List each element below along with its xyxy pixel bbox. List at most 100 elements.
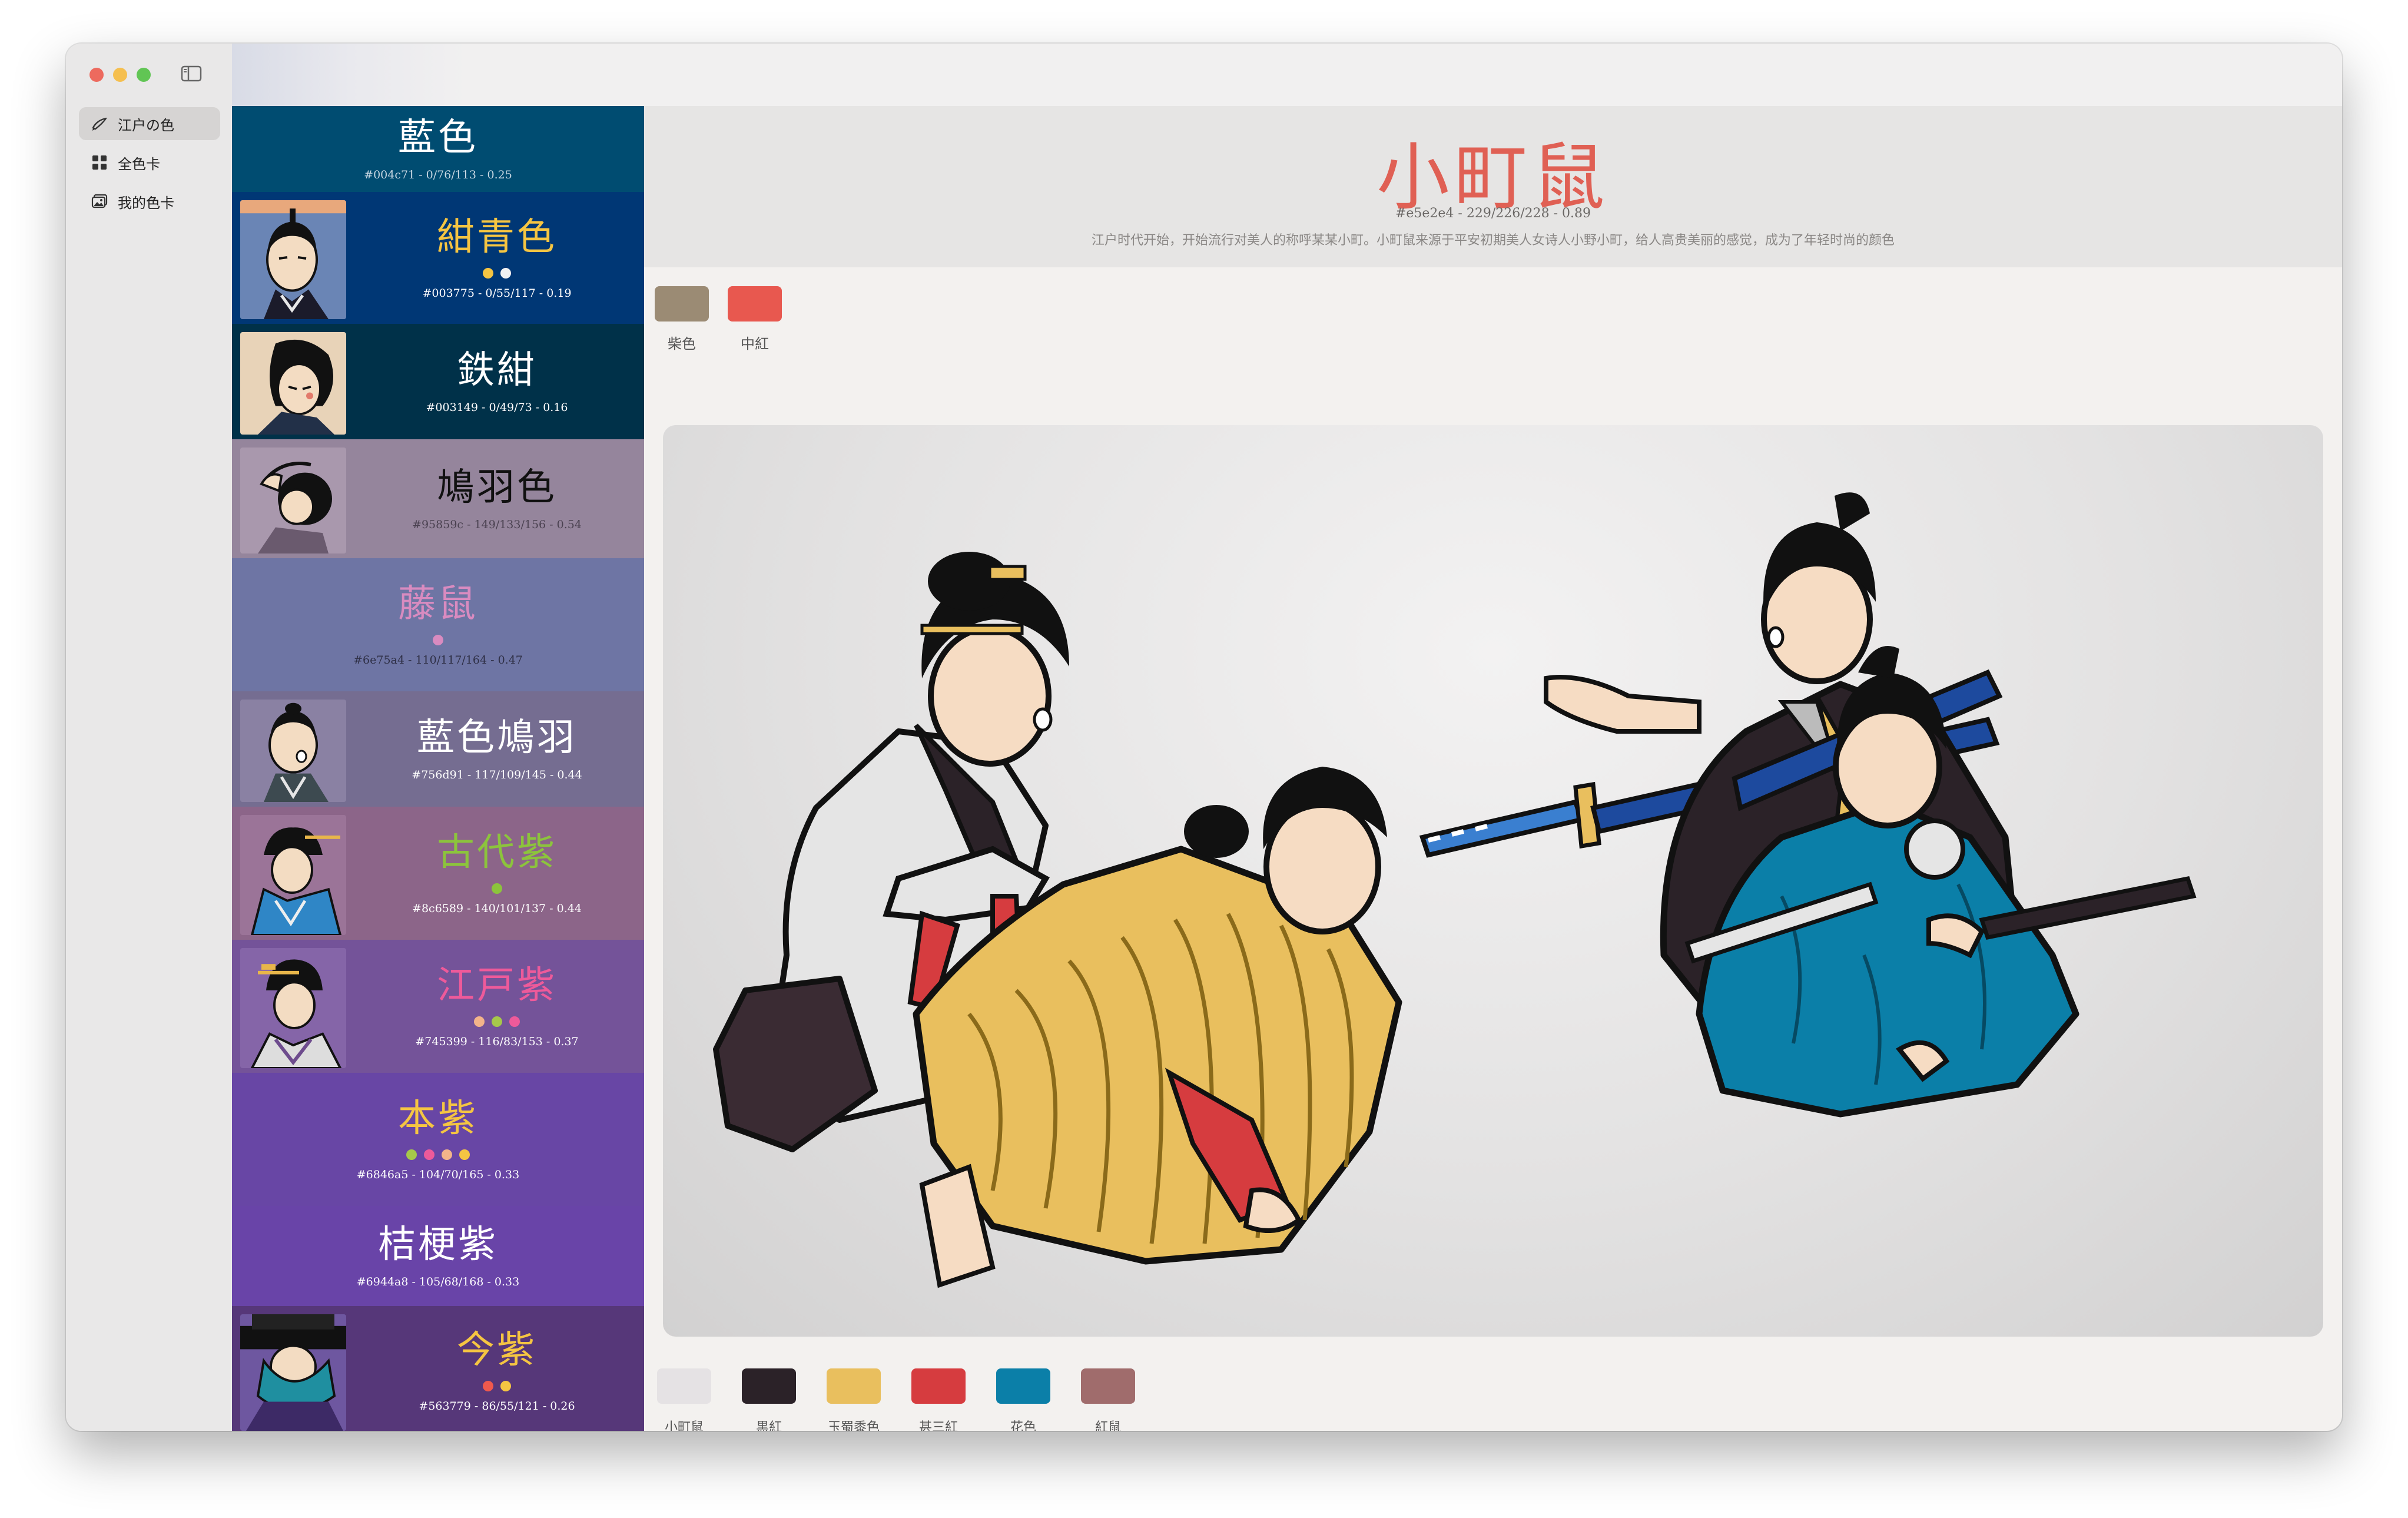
- swatch-label: 黒紅: [755, 1420, 782, 1431]
- swatch-label: 小町鼠: [664, 1420, 704, 1431]
- color-card[interactable]: 藍色鳩羽 #756d91 - 117/109/145 - 0.44: [232, 691, 644, 807]
- swatch: [742, 1368, 796, 1404]
- swatch: [911, 1368, 966, 1404]
- color-dot: [424, 1149, 434, 1160]
- sidebar-item-label: 我的色卡: [118, 194, 174, 211]
- color-card[interactable]: 藤鼠 #6e75a4 - 110/117/164 - 0.47: [232, 558, 644, 691]
- swatch-label: 紅鼠: [1094, 1420, 1121, 1431]
- color-palette: 小町鼠 黒紅 玉蜀黍色 甚三紅 花色 紅鼠: [657, 1368, 1135, 1431]
- artwork-illustration: [663, 425, 2323, 1337]
- color-card[interactable]: 藍色 #004c71 - 0/76/113 - 0.25: [232, 106, 644, 192]
- swatch-label: 柴色: [668, 336, 696, 352]
- swatch-label: 玉蜀黍色: [827, 1420, 880, 1431]
- color-dots: [433, 634, 443, 645]
- color-dot: [492, 1016, 502, 1027]
- color-info: #563779 - 86/55/121 - 0.26: [419, 1399, 575, 1413]
- color-card[interactable]: 桔梗紫 #6944a8 - 105/68/168 - 0.33: [232, 1206, 644, 1306]
- minimize-window-button[interactable]: [113, 68, 127, 82]
- toolbar: [232, 44, 2342, 107]
- palette-swatch[interactable]: 紅鼠: [1081, 1368, 1135, 1431]
- sidebar-item-my-colors[interactable]: 我的色卡: [79, 185, 220, 218]
- color-dot: [509, 1016, 520, 1027]
- palette-swatch[interactable]: 甚三紅: [911, 1368, 966, 1431]
- color-dot: [459, 1149, 470, 1160]
- app-window: 江户の色 全色卡 我的色卡 藍色 #004c71 - 0/76/113 - 0.…: [66, 44, 2342, 1431]
- color-name: 江戸紫: [437, 964, 557, 1008]
- swatch-label: 花色: [1010, 1420, 1036, 1431]
- swatch: [728, 286, 782, 322]
- color-name: 鉄紺: [457, 349, 537, 393]
- color-info: #745399 - 116/83/153 - 0.37: [415, 1035, 579, 1048]
- detail-header: 小町鼠 #e5e2e4 - 229/226/228 - 0.89 江户时代开始，…: [644, 106, 2342, 267]
- color-dots: [492, 883, 502, 894]
- color-list[interactable]: 藍色 #004c71 - 0/76/113 - 0.25 紺青色 #003775…: [232, 106, 644, 1431]
- color-detail: 小町鼠 #e5e2e4 - 229/226/228 - 0.89 江户时代开始，…: [644, 106, 2342, 1431]
- swatch: [827, 1368, 881, 1404]
- brush-icon: [91, 115, 108, 132]
- color-dot: [406, 1149, 417, 1160]
- grid-icon: [91, 154, 108, 171]
- color-card[interactable]: 本紫 #6846a5 - 104/70/165 - 0.33: [232, 1073, 644, 1206]
- color-dot: [483, 1380, 493, 1391]
- color-dot: [500, 267, 511, 279]
- color-info: #8c6589 - 140/101/137 - 0.44: [412, 901, 582, 915]
- palette-swatch[interactable]: 玉蜀黍色: [827, 1368, 881, 1431]
- color-info: #6846a5 - 104/70/165 - 0.33: [356, 1168, 520, 1181]
- sidebar-item-all-colors[interactable]: 全色卡: [79, 146, 220, 179]
- color-card[interactable]: 江戸紫 #745399 - 116/83/153 - 0.37: [232, 940, 644, 1073]
- color-name: 藍色鳩羽: [417, 716, 577, 760]
- color-name: 藍色: [398, 116, 478, 160]
- color-dots: [483, 1380, 511, 1391]
- color-info: #003149 - 0/49/73 - 0.16: [426, 400, 568, 414]
- color-dot: [492, 883, 502, 894]
- swatch: [996, 1368, 1050, 1404]
- photos-icon: [91, 193, 108, 210]
- color-card[interactable]: 鳩羽色 #95859c - 149/133/156 - 0.54: [232, 439, 644, 558]
- color-name: 紺青色: [437, 216, 557, 260]
- portrait-image: [240, 700, 346, 802]
- sidebar-item-edo-colors[interactable]: 江户の色: [79, 107, 220, 140]
- color-dots: [474, 1016, 520, 1027]
- portrait-image: [240, 332, 346, 435]
- palette-swatch[interactable]: 花色: [996, 1368, 1050, 1431]
- color-info: #6e75a4 - 110/117/164 - 0.47: [353, 653, 523, 667]
- palette-swatch[interactable]: 黒紅: [742, 1368, 796, 1431]
- color-dot: [483, 267, 493, 279]
- color-card[interactable]: 鉄紺 #003149 - 0/49/73 - 0.16: [232, 324, 644, 439]
- color-card[interactable]: 今紫 #563779 - 86/55/121 - 0.26: [232, 1306, 644, 1431]
- color-info: #004c71 - 0/76/113 - 0.25: [364, 168, 512, 181]
- sidebar-toggle-icon[interactable]: [181, 65, 202, 82]
- swatch-label: 中紅: [741, 336, 769, 352]
- portrait-image: [240, 815, 346, 935]
- close-window-button[interactable]: [89, 68, 104, 82]
- palette-swatch[interactable]: 小町鼠: [657, 1368, 711, 1431]
- portrait-image: [240, 200, 346, 319]
- color-info: #003775 - 0/55/117 - 0.19: [422, 286, 572, 300]
- related-color-swatch[interactable]: 柴色: [655, 286, 709, 353]
- related-color-swatch[interactable]: 中紅: [728, 286, 782, 353]
- portrait-image: [240, 448, 346, 553]
- sidebar: 江户の色 全色卡 我的色卡: [66, 44, 233, 1431]
- color-card[interactable]: 紺青色 #003775 - 0/55/117 - 0.19: [232, 192, 644, 324]
- color-name: 今紫: [457, 1328, 537, 1373]
- color-name: 古代紫: [437, 831, 557, 875]
- color-dot: [474, 1016, 485, 1027]
- color-dots: [483, 267, 511, 279]
- sidebar-item-label: 全色卡: [118, 155, 160, 173]
- color-card[interactable]: 古代紫 #8c6589 - 140/101/137 - 0.44: [232, 807, 644, 940]
- swatch: [1081, 1368, 1135, 1404]
- color-dot: [500, 1380, 511, 1391]
- color-dot: [433, 634, 443, 645]
- swatch-label: 甚三紅: [918, 1420, 958, 1431]
- zoom-window-button[interactable]: [137, 68, 151, 82]
- color-dots: [406, 1149, 470, 1160]
- color-info: #95859c - 149/133/156 - 0.54: [412, 518, 582, 531]
- sidebar-item-label: 江户の色: [118, 117, 174, 134]
- color-name: 藤鼠: [398, 582, 478, 627]
- related-colors: 柴色 中紅: [655, 286, 782, 353]
- swatch: [657, 1368, 711, 1404]
- color-meta: #e5e2e4 - 229/226/228 - 0.89: [1395, 206, 1591, 221]
- color-name: 鳩羽色: [437, 466, 557, 510]
- portrait-image: [240, 948, 346, 1068]
- sidebar-nav: 江户の色 全色卡 我的色卡: [79, 107, 220, 224]
